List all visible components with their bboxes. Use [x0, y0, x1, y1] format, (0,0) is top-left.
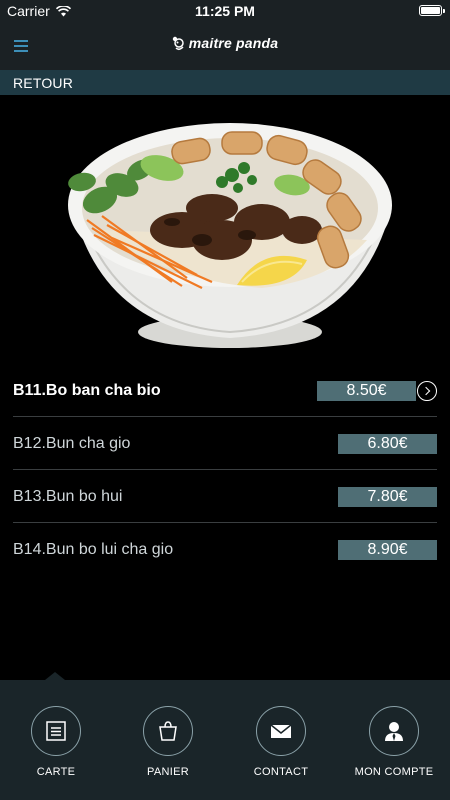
- nav-bar: maitre panda: [0, 22, 450, 70]
- menu-item-b14[interactable]: B14.Bun bo lui cha gio 8.90€: [0, 523, 450, 576]
- tab-mon-compte[interactable]: MON COMPTE: [339, 706, 449, 778]
- menu-list: B11.Bo ban cha bio 8.50€ B12.Bun cha gio…: [0, 364, 450, 576]
- back-label: RETOUR: [13, 75, 74, 91]
- tab-contact[interactable]: CONTACT: [226, 706, 336, 778]
- tab-carte[interactable]: CARTE: [1, 706, 111, 778]
- brand-logo: maitre panda: [0, 35, 450, 51]
- tab-bar: CARTE PANIER CONTACT MON COMPTE: [0, 672, 450, 800]
- user-icon: [385, 722, 403, 741]
- tab-icon-circle: [256, 706, 306, 756]
- price-badge: 7.80€: [338, 487, 437, 507]
- noodle-bowl-image: [68, 123, 392, 348]
- price-badge: 8.90€: [338, 540, 437, 560]
- menu-item-name: B14.Bun bo lui cha gio: [13, 541, 174, 558]
- tab-icon-circle: [31, 706, 81, 756]
- status-time: 11:25 PM: [195, 3, 255, 19]
- menu-item-b12[interactable]: B12.Bun cha gio 6.80€: [0, 417, 450, 470]
- back-button[interactable]: RETOUR: [0, 70, 450, 95]
- tab-icon-circle: [369, 706, 419, 756]
- status-bar: Carrier 11:25 PM: [0, 0, 450, 22]
- brand-name: maitre panda: [188, 35, 279, 51]
- panda-icon: [172, 36, 184, 51]
- price-badge: 6.80€: [338, 434, 437, 454]
- chevron-right-icon[interactable]: [417, 381, 437, 401]
- menu-item-name: B13.Bun bo hui: [13, 488, 123, 505]
- tab-label: PANIER: [147, 766, 189, 778]
- list-icon: [46, 721, 66, 741]
- tab-label: CARTE: [36, 766, 76, 778]
- menu-item-b11[interactable]: B11.Bo ban cha bio 8.50€: [0, 364, 450, 417]
- tab-label: MON COMPTE: [354, 766, 434, 778]
- tab-active-indicator: [45, 672, 65, 680]
- battery-icon: [419, 5, 445, 16]
- menu-item-b13[interactable]: B13.Bun bo hui 7.80€: [0, 470, 450, 523]
- shopping-bag-icon: [159, 721, 177, 741]
- tab-icon-circle: [143, 706, 193, 756]
- tab-label: CONTACT: [253, 766, 309, 778]
- envelope-icon: [270, 724, 292, 738]
- price-badge: 8.50€: [317, 381, 416, 401]
- menu-item-name: B11.Bo ban cha bio: [13, 382, 161, 399]
- tab-panier[interactable]: PANIER: [113, 706, 223, 778]
- menu-item-name: B12.Bun cha gio: [13, 435, 131, 452]
